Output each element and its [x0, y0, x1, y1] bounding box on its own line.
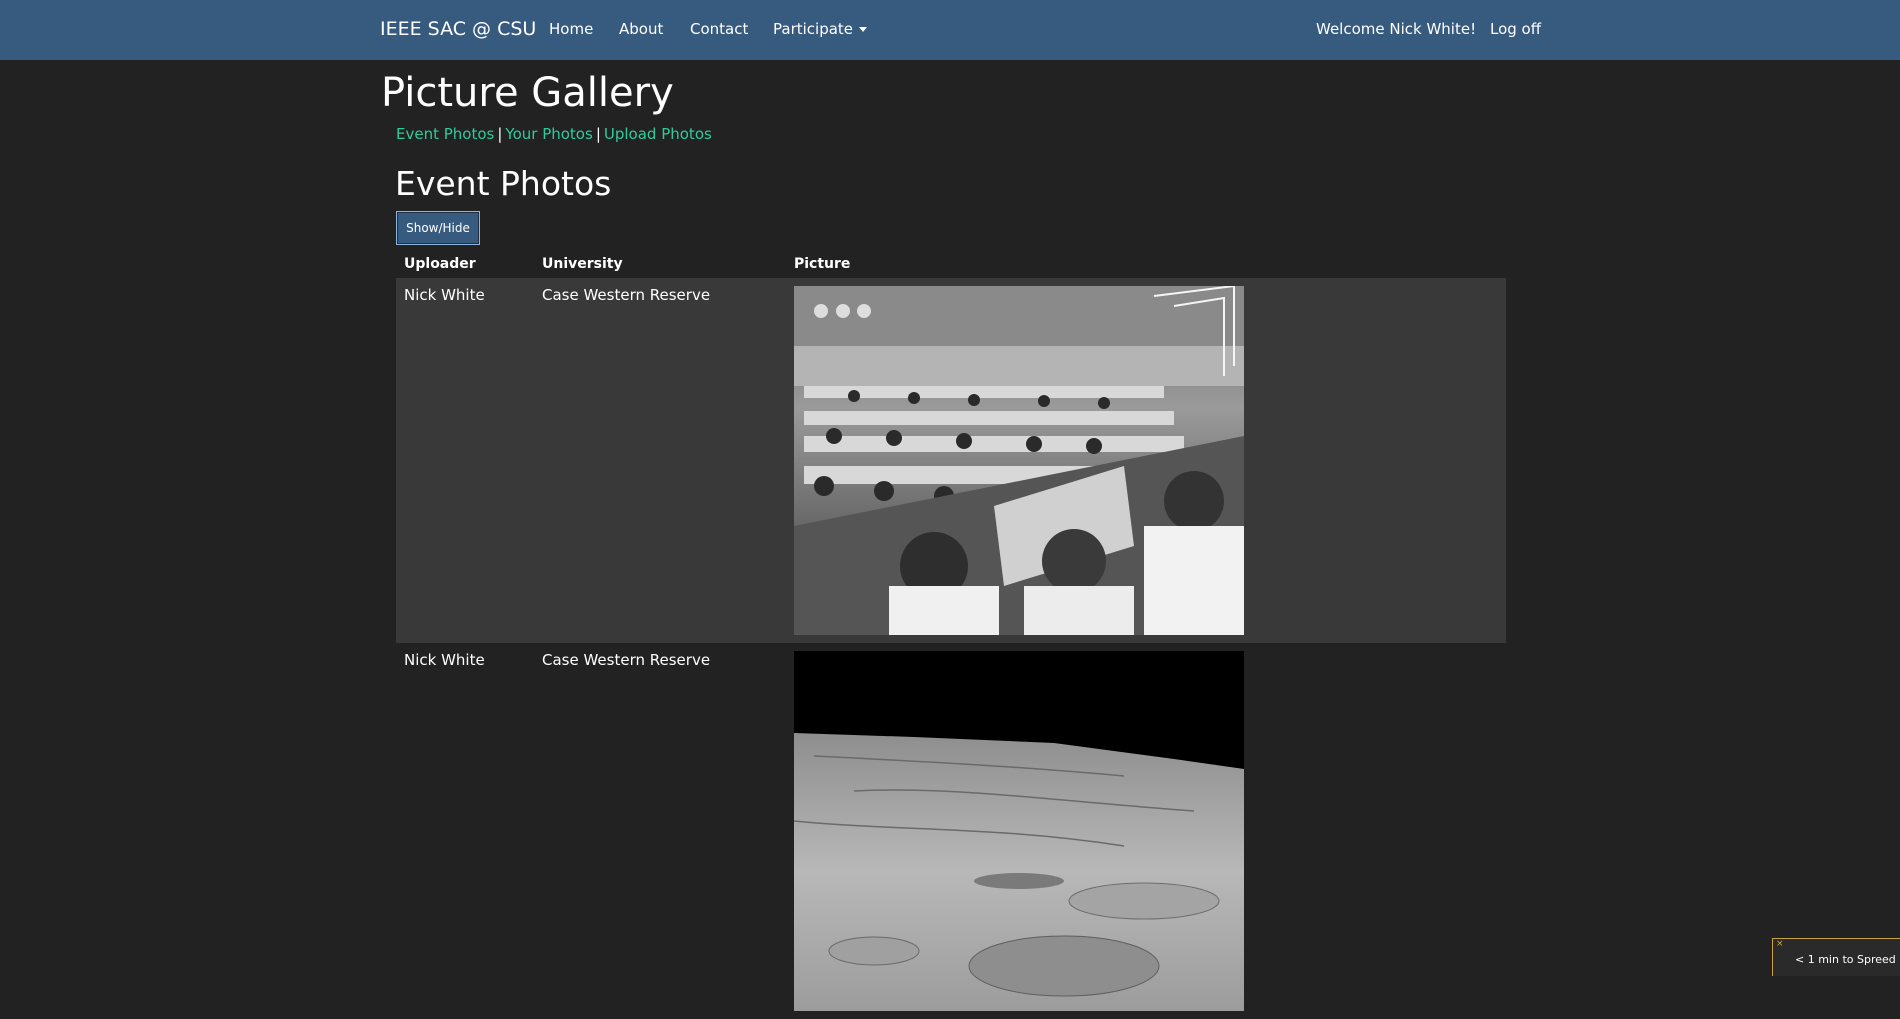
uploader-cell: Nick White [404, 651, 485, 669]
picture-cell [786, 278, 1506, 643]
table-row: Nick White Case Western Reserve [396, 278, 1506, 643]
lunar-surface-photo[interactable] [794, 651, 1244, 1011]
subnav-separator: | [595, 125, 601, 143]
header-university: University [542, 256, 623, 272]
top-navbar: IEEE SAC @ CSU Home About Contact Partic… [0, 0, 1900, 60]
timer-text: < 1 min to Spreed [1795, 953, 1896, 966]
nav-about[interactable]: About [619, 20, 663, 38]
nav-contact[interactable]: Contact [690, 20, 748, 38]
caret-down-icon [859, 27, 868, 32]
university-cell: Case Western Reserve [542, 651, 711, 669]
picture-cell [786, 643, 1506, 1019]
nav-participate-dropdown[interactable]: Participate [773, 20, 868, 38]
timer-notification[interactable]: × < 1 min to Spreed [1772, 938, 1900, 976]
show-hide-button[interactable]: Show/Hide [396, 211, 480, 245]
page-title: Picture Gallery [381, 70, 674, 116]
gallery-subnav: Event Photos | Your Photos | Upload Photos [396, 125, 712, 143]
photos-table: Uploader University Picture Nick White C… [396, 250, 1506, 1019]
your-photos-link[interactable]: Your Photos [505, 125, 592, 143]
uploader-cell: Nick White [396, 278, 534, 643]
header-picture: Picture [794, 256, 851, 272]
table-header-row: Uploader University Picture [396, 250, 1506, 278]
university-cell: Case Western Reserve [534, 278, 786, 643]
nav-participate-label: Participate [773, 20, 854, 38]
nav-welcome-user[interactable]: Welcome Nick White! [1316, 20, 1476, 38]
nav-logoff[interactable]: Log off [1490, 20, 1541, 38]
nav-home[interactable]: Home [549, 20, 593, 38]
close-icon[interactable]: × [1776, 939, 1784, 949]
mission-control-photo[interactable] [794, 286, 1244, 635]
header-uploader: Uploader [404, 256, 476, 272]
table-row: Nick White Case Western Reserve [396, 643, 1506, 1019]
section-title: Event Photos [395, 164, 612, 203]
brand-link[interactable]: IEEE SAC @ CSU [380, 18, 536, 40]
upload-photos-link[interactable]: Upload Photos [604, 125, 712, 143]
subnav-separator: | [497, 125, 503, 143]
event-photos-link[interactable]: Event Photos [396, 125, 494, 143]
